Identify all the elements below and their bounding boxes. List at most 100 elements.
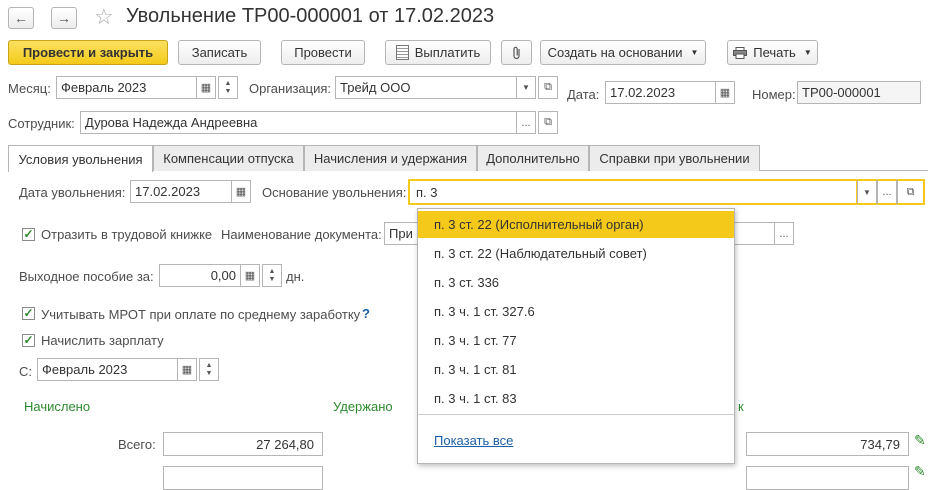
dropdown-arrow-icon: ▼ [803, 48, 812, 57]
dropdown-item[interactable]: п. 3 ч. 1 ст. 81 [418, 356, 734, 383]
tab-dismissal-certificates[interactable]: Справки при увольнении [589, 145, 760, 171]
total-third-field: 734,79 [746, 432, 909, 456]
document-name-label: Наименование документа: [221, 227, 382, 242]
printer-icon [733, 46, 748, 59]
dropdown-item[interactable]: п. 3 ст. 22 (Наблюдательный совет) [418, 240, 734, 267]
dropdown-item[interactable]: п. 3 ст. 22 (Исполнительный орган) [418, 211, 734, 238]
dropdown-item[interactable]: п. 3 ч. 1 ст. 83 [418, 385, 734, 412]
month-input[interactable]: Февраль 2023 [56, 76, 197, 99]
calculator-icon: ▦ [244, 270, 256, 282]
from-calendar-button[interactable]: ▦ [177, 358, 197, 381]
calendar-icon: ▦ [181, 364, 193, 376]
dropdown-arrow-icon: ▼ [522, 83, 530, 92]
organization-open-button[interactable]: ⧉ [538, 76, 558, 99]
create-based-on-button[interactable]: Создать на основании ▼ [540, 40, 706, 65]
ellipsis-icon: ... [779, 227, 789, 240]
dropdown-separator [418, 414, 734, 415]
pay-button[interactable]: Выплатить [385, 40, 491, 65]
ellipsis-icon: ... [882, 186, 892, 198]
forward-arrow-icon: → [57, 10, 71, 26]
open-link-icon: ⧉ [906, 185, 915, 198]
save-button[interactable]: Записать [178, 40, 261, 65]
dismissal-date-input[interactable]: 17.02.2023 [130, 180, 232, 203]
employee-label: Сотрудник: [8, 116, 75, 131]
accrue-salary-checkbox[interactable]: ✓ [22, 334, 35, 347]
organization-label: Организация: [249, 81, 332, 96]
spin-up-icon: ▲ [205, 361, 213, 369]
favorite-star-icon[interactable]: ☆ [94, 4, 114, 30]
month-label: Месяц: [8, 81, 51, 96]
attach-button[interactable] [501, 40, 532, 65]
date-input[interactable]: 17.02.2023 [605, 81, 716, 104]
dismissal-date-label: Дата увольнения: [19, 185, 126, 200]
spin-down-icon: ▼ [224, 87, 232, 95]
accrued-header: Начислено [24, 399, 91, 414]
tab-dismissal-conditions[interactable]: Условия увольнения [8, 145, 153, 172]
workbook-label: Отразить в трудовой книжке [41, 227, 213, 242]
dropdown-arrow-icon: ▼ [863, 187, 871, 197]
pay-button-label: Выплатить [414, 45, 481, 60]
calendar-button[interactable]: ▦ [196, 76, 216, 99]
dropdown-item[interactable]: п. 3 ч. 1 ст. 327.6 [418, 298, 734, 325]
accrued-row-field [163, 466, 323, 490]
help-icon[interactable]: ? [362, 306, 370, 321]
tab-vacation-compensation[interactable]: Компенсации отпуска [153, 145, 304, 171]
document-icon [395, 45, 409, 60]
basis-dropdown-list: п. 3 ст. 22 (Исполнительный орган) п. 3 … [417, 208, 735, 464]
dropdown-item[interactable]: п. 3 ч. 1 ст. 77 [418, 327, 734, 354]
basis-input[interactable]: п. 3 [408, 179, 858, 205]
from-label: С: [19, 364, 32, 379]
ellipsis-icon: ... [521, 116, 531, 129]
back-arrow-icon: ← [14, 10, 28, 26]
employee-input[interactable]: Дурова Надежда Андреевна [80, 111, 517, 134]
document-name-select-button[interactable]: ... [774, 222, 794, 245]
print-button[interactable]: Печать ▼ [727, 40, 818, 65]
number-field: ТР00-000001 [797, 81, 921, 104]
basis-open-button[interactable]: ⧉ [897, 179, 925, 205]
spin-down-icon: ▼ [205, 369, 213, 377]
show-all-link[interactable]: Показать все [434, 433, 513, 448]
month-spinner[interactable]: ▲ ▼ [218, 76, 238, 99]
from-month-input[interactable]: Февраль 2023 [37, 358, 178, 381]
severance-input[interactable]: 0,00 [159, 264, 241, 287]
spin-up-icon: ▲ [268, 267, 276, 275]
number-label: Номер: [752, 87, 796, 102]
create-based-on-label: Создать на основании [547, 45, 683, 60]
mrot-label: Учитывать МРОТ при оплате по среднему за… [41, 307, 361, 322]
accrue-salary-label: Начислить зарплату [41, 333, 164, 348]
edit-pencil-icon[interactable]: ✎ [914, 432, 926, 449]
severance-spinner[interactable]: ▲ ▼ [262, 264, 282, 287]
date-calendar-button[interactable]: ▦ [715, 81, 735, 104]
tab-additional[interactable]: Дополнительно [477, 145, 589, 171]
tab-accruals-deductions[interactable]: Начисления и удержания [304, 145, 477, 171]
severance-label: Выходное пособие за: [19, 269, 154, 284]
forward-button[interactable]: → [51, 7, 77, 29]
organization-dropdown-button[interactable]: ▼ [516, 76, 536, 99]
workbook-checkbox[interactable]: ✓ [22, 228, 35, 241]
post-button[interactable]: Провести [281, 40, 365, 65]
employee-select-button[interactable]: ... [516, 111, 536, 134]
paperclip-icon [512, 46, 520, 59]
total-accrued-field: 27 264,80 [163, 432, 323, 456]
dismissal-date-calendar-button[interactable]: ▦ [231, 180, 251, 203]
from-spinner[interactable]: ▲ ▼ [199, 358, 219, 381]
calendar-icon: ▦ [200, 82, 212, 94]
print-label: Печать [753, 45, 796, 60]
spin-down-icon: ▼ [268, 275, 276, 283]
calendar-icon: ▦ [235, 186, 247, 198]
employee-open-button[interactable]: ⧉ [538, 111, 558, 134]
organization-input[interactable]: Трейд ООО [335, 76, 517, 99]
dropdown-item[interactable]: п. 3 ст. 336 [418, 269, 734, 296]
date-label: Дата: [567, 87, 600, 102]
open-link-icon: ⧉ [544, 81, 552, 93]
spin-up-icon: ▲ [224, 79, 232, 87]
basis-label: Основание увольнения: [262, 185, 407, 200]
back-button[interactable]: ← [8, 7, 34, 29]
basis-select-button[interactable]: ... [877, 179, 897, 205]
post-and-close-button[interactable]: Провести и закрыть [8, 40, 168, 65]
basis-dropdown-button[interactable]: ▼ [857, 179, 877, 205]
page-title: Увольнение ТР00-000001 от 17.02.2023 [126, 5, 495, 27]
mrot-checkbox[interactable]: ✓ [22, 307, 35, 320]
third-column-header: к [738, 399, 744, 414]
calculator-button[interactable]: ▦ [240, 264, 260, 287]
